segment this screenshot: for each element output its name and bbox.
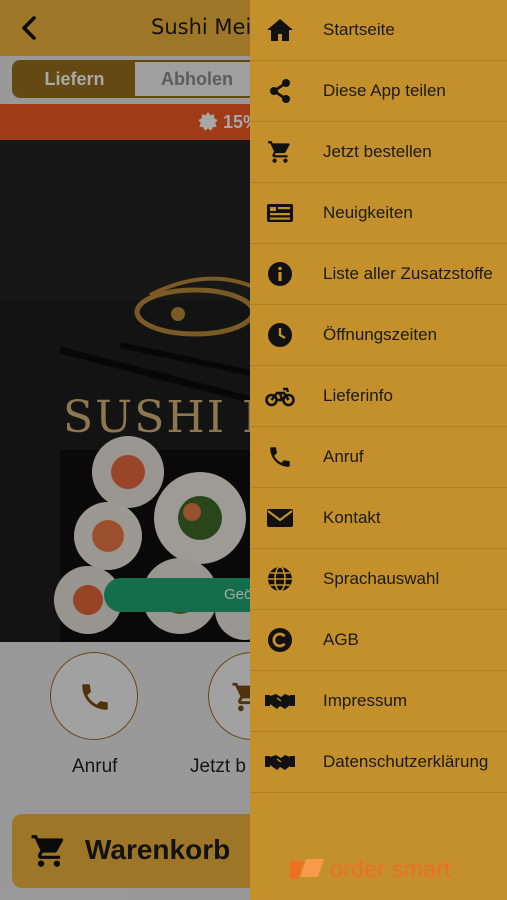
cart-icon: [268, 141, 290, 163]
clock-icon: [268, 323, 292, 347]
menu-item-imprint[interactable]: Impressum: [250, 671, 507, 732]
menu-item-label: Lieferinfo: [323, 386, 393, 405]
menu-item-privacy[interactable]: Datenschutzerklärung: [250, 732, 507, 793]
menu-item-label: Öffnungszeiten: [323, 325, 438, 344]
menu-item-label: Sprachauswahl: [323, 569, 440, 588]
menu-item-label: Kontakt: [323, 508, 381, 527]
menu-item-additives[interactable]: Liste aller Zusatzstoffe: [250, 244, 507, 305]
copyright-icon: [268, 628, 292, 652]
menu-item-label: Anruf: [323, 447, 364, 466]
home-icon: [267, 19, 293, 41]
menu-item-call[interactable]: Anruf: [250, 427, 507, 488]
menu-item-label: Neuigkeiten: [323, 203, 413, 222]
brand-text: order smart: [330, 856, 451, 882]
menu-item-language[interactable]: Sprachauswahl: [250, 549, 507, 610]
handshake-icon: [265, 694, 295, 709]
menu-item-news[interactable]: Neuigkeiten: [250, 183, 507, 244]
menu-item-label: Impressum: [323, 691, 408, 710]
menu-item-label: Startseite: [323, 20, 395, 39]
share-icon: [270, 79, 290, 103]
menu-item-contact[interactable]: Kontakt: [250, 488, 507, 549]
phone-icon: [270, 447, 290, 467]
menu-item-order[interactable]: Jetzt bestellen: [250, 122, 507, 183]
menu-item-home[interactable]: Startseite: [250, 0, 507, 61]
handshake-icon: [265, 755, 295, 770]
globe-icon: [268, 566, 292, 592]
menu-item-terms[interactable]: AGB: [250, 610, 507, 671]
side-drawer: Startseite Diese App teilen Jetzt bestel…: [250, 0, 507, 900]
menu-item-label: Diese App teilen: [323, 81, 446, 100]
menu-item-label: Liste aller Zusatzstoffe: [323, 264, 493, 283]
news-icon: [267, 204, 293, 222]
menu-item-label: Jetzt bestellen: [323, 142, 432, 161]
info-icon: [268, 262, 292, 286]
menu-item-delivery-info[interactable]: Lieferinfo: [250, 366, 507, 427]
envelope-icon: [267, 509, 293, 527]
menu-item-label: Datenschutzerklärung: [323, 752, 489, 771]
order-smart-icon: [290, 859, 324, 879]
menu-item-share[interactable]: Diese App teilen: [250, 61, 507, 122]
motorbike-icon: [265, 387, 295, 407]
menu-item-label: AGB: [323, 630, 359, 649]
menu-item-opening-hours[interactable]: Öffnungszeiten: [250, 305, 507, 366]
